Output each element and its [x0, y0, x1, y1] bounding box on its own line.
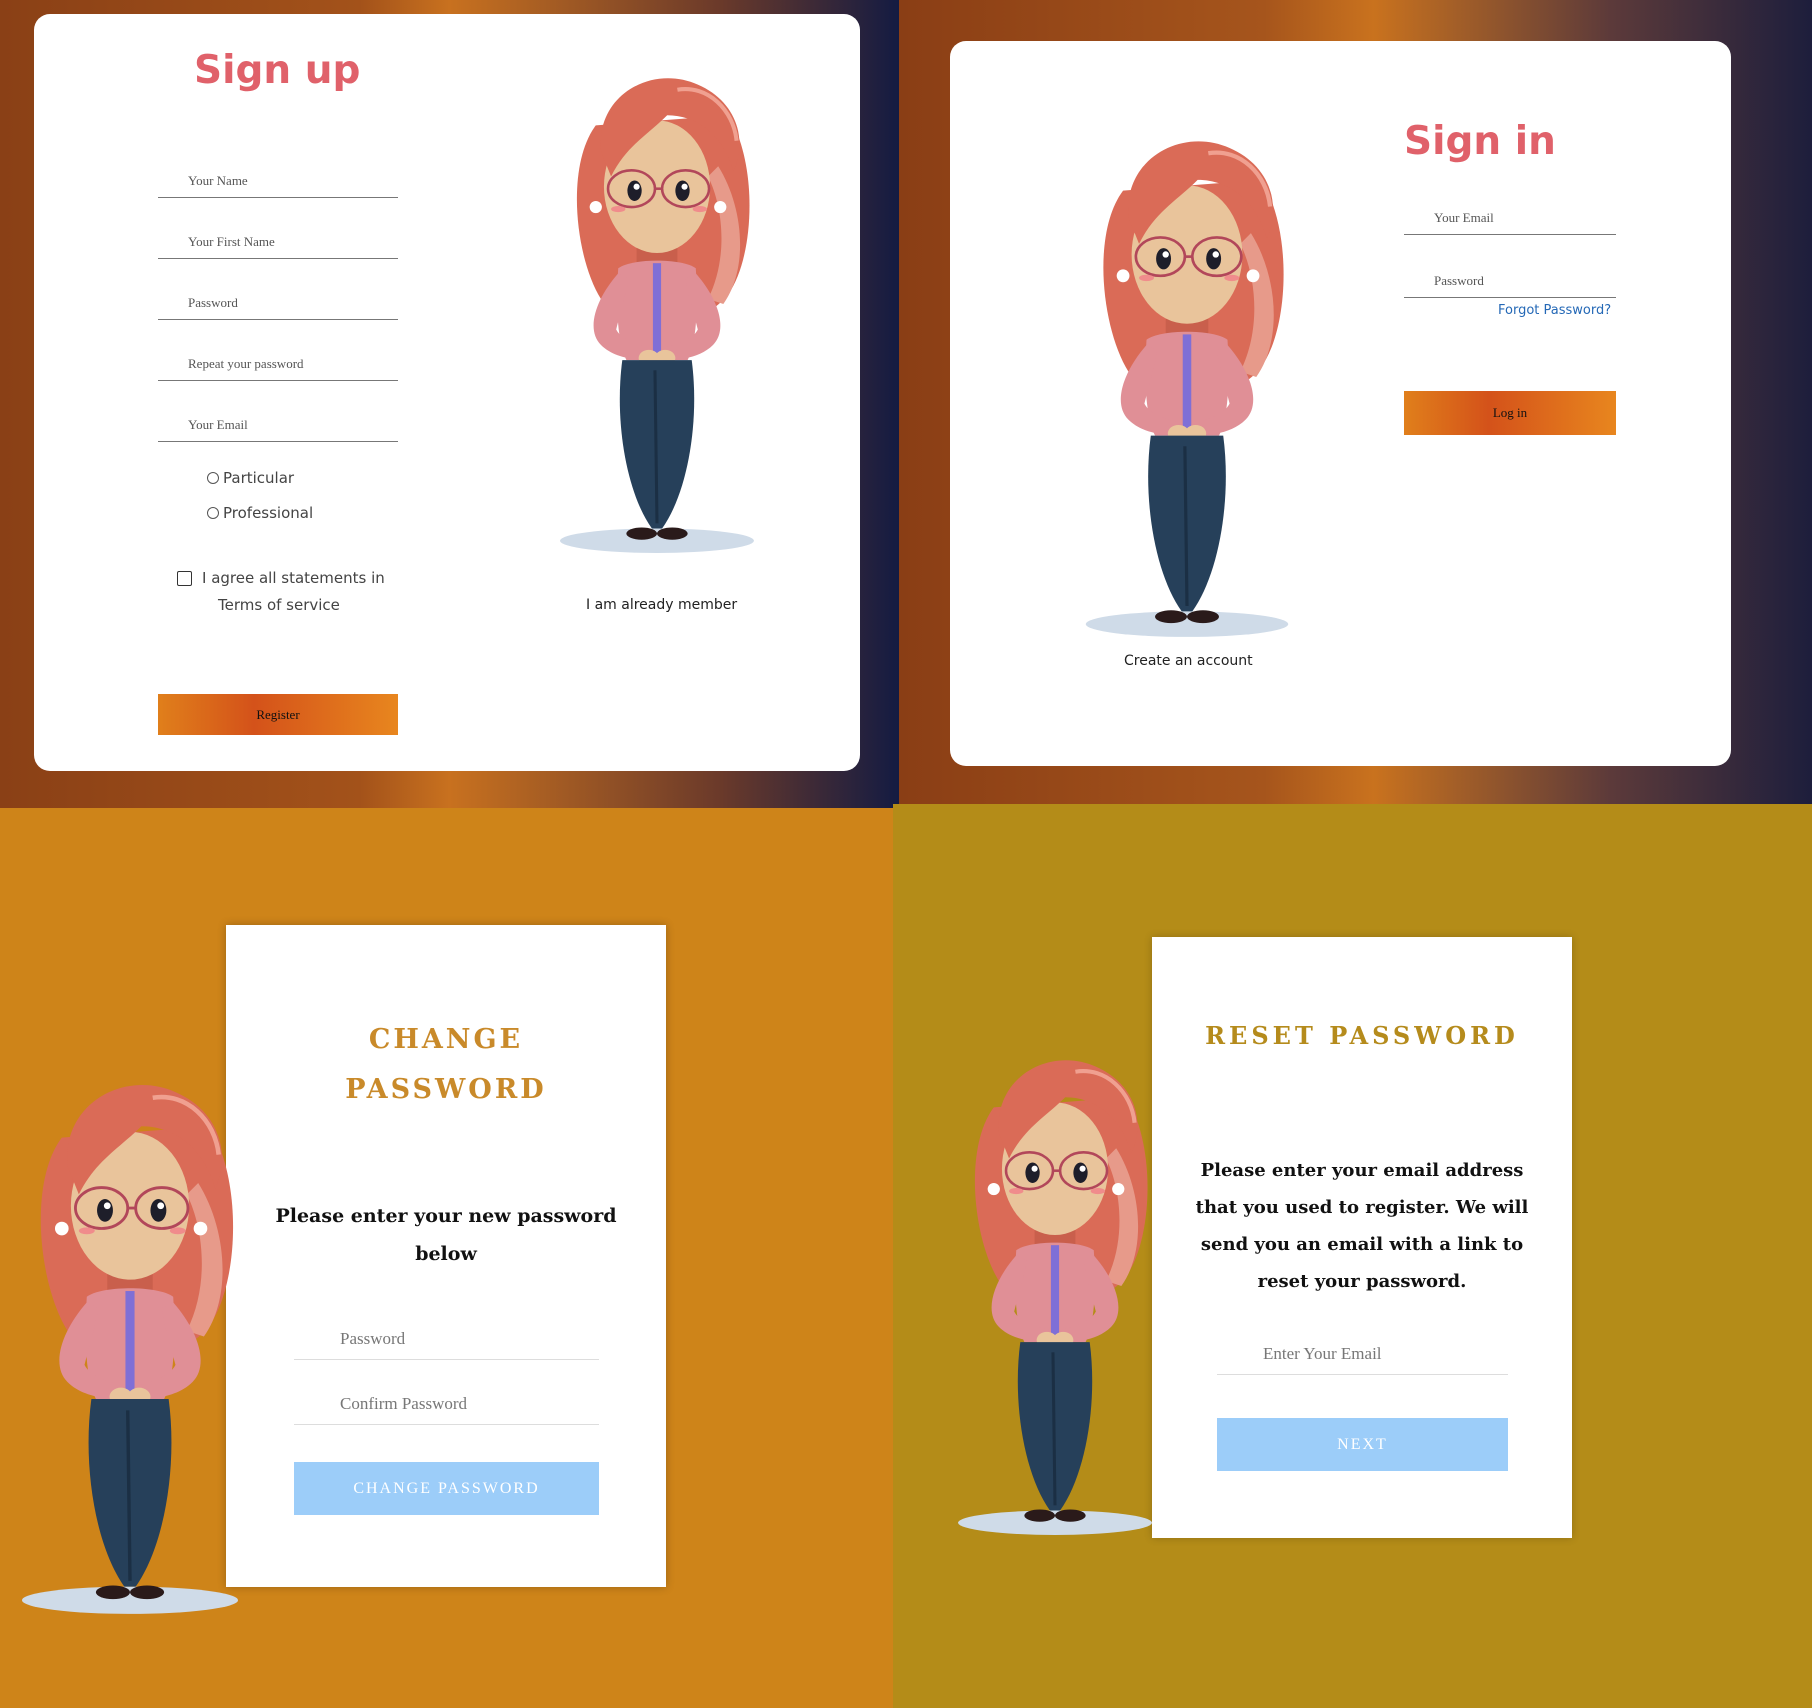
- password-input[interactable]: Password: [158, 276, 398, 320]
- reset-email-placeholder: Enter Your Email: [1263, 1344, 1382, 1363]
- login-button[interactable]: Log in: [1404, 391, 1616, 435]
- register-button[interactable]: Register: [158, 694, 398, 735]
- first-name-placeholder: Your First Name: [188, 234, 275, 249]
- radio-circle-icon[interactable]: [207, 472, 219, 484]
- reset-password-panel: RESET PASSWORD Please enter your email a…: [893, 804, 1812, 1708]
- first-name-input[interactable]: Your First Name: [158, 215, 398, 259]
- change-password-button[interactable]: CHANGE PASSWORD: [294, 1462, 599, 1515]
- confirm-password-placeholder: Confirm Password: [340, 1394, 468, 1413]
- radio-particular[interactable]: Particular: [207, 469, 294, 487]
- signin-title: Sign in: [1404, 119, 1556, 164]
- checkbox-icon[interactable]: [177, 570, 192, 586]
- repeat-password-placeholder: Repeat your password: [188, 356, 304, 371]
- repeat-password-input[interactable]: Repeat your password: [158, 337, 398, 381]
- reset-password-title: RESET PASSWORD: [1205, 1021, 1519, 1050]
- signin-password-placeholder: Password: [1434, 273, 1484, 288]
- name-placeholder: Your Name: [188, 173, 248, 188]
- reset-password-instructions: Please enter your email address that you…: [1152, 1152, 1572, 1300]
- name-input[interactable]: Your Name: [158, 154, 398, 198]
- create-account-link[interactable]: Create an account: [1124, 653, 1253, 669]
- change-password-card: CHANGE PASSWORD Please enter your new pa…: [226, 925, 666, 1587]
- confirm-password-input[interactable]: Confirm Password: [294, 1375, 599, 1425]
- email-input[interactable]: Your Email: [158, 398, 398, 442]
- girl-illustration: [951, 1036, 1159, 1536]
- instruction-line: reset your password.: [1257, 1271, 1467, 1292]
- change-password-instructions: Please enter your new password below: [226, 1197, 666, 1273]
- signup-title: Sign up: [194, 48, 361, 93]
- instruction-line: Please enter your email address: [1200, 1160, 1524, 1181]
- girl-illustration: [14, 1058, 246, 1615]
- reset-password-card: RESET PASSWORD Please enter your email a…: [1152, 937, 1572, 1538]
- signin-email-placeholder: Your Email: [1434, 210, 1494, 225]
- reset-email-input[interactable]: Enter Your Email: [1217, 1325, 1508, 1375]
- radio-circle-icon[interactable]: [207, 507, 219, 519]
- radio-professional-label: Professional: [223, 504, 314, 522]
- instruction-line: send you an email with a link to: [1200, 1234, 1524, 1255]
- terms-link[interactable]: Terms of service: [218, 596, 340, 614]
- change-password-panel: CHANGE PASSWORD Please enter your new pa…: [0, 808, 893, 1708]
- signin-email-input[interactable]: Your Email: [1404, 191, 1616, 235]
- already-member-link[interactable]: I am already member: [586, 597, 737, 613]
- new-password-placeholder: Password: [340, 1329, 406, 1348]
- password-placeholder: Password: [188, 295, 238, 310]
- instruction-line: below: [415, 1243, 477, 1265]
- change-password-title: CHANGE PASSWORD: [226, 1015, 666, 1115]
- radio-particular-label: Particular: [223, 469, 295, 487]
- agree-terms[interactable]: I agree all statements in: [177, 569, 385, 587]
- girl-illustration: [552, 54, 762, 554]
- forgot-password-link[interactable]: Forgot Password?: [1498, 303, 1611, 318]
- email-placeholder: Your Email: [188, 417, 248, 432]
- signup-panel: Sign up Your Name Your First Name Passwo…: [0, 0, 899, 808]
- next-button[interactable]: NEXT: [1217, 1418, 1508, 1471]
- radio-professional[interactable]: Professional: [207, 504, 313, 522]
- change-password-title-line2: PASSWORD: [345, 1074, 547, 1105]
- change-password-title-line1: CHANGE: [368, 1024, 524, 1055]
- girl-illustration: [1078, 116, 1296, 638]
- instruction-line: Please enter your new password: [275, 1205, 617, 1227]
- signin-password-input[interactable]: Password: [1404, 254, 1616, 298]
- instruction-line: that you used to register. We will: [1195, 1197, 1529, 1218]
- new-password-input[interactable]: Password: [294, 1310, 599, 1360]
- signin-card: Sign in Your Email Password Forgot Passw…: [950, 41, 1731, 766]
- signin-panel: Sign in Your Email Password Forgot Passw…: [899, 0, 1812, 804]
- signup-card: Sign up Your Name Your First Name Passwo…: [34, 14, 860, 771]
- agree-label: I agree all statements in: [202, 569, 385, 587]
